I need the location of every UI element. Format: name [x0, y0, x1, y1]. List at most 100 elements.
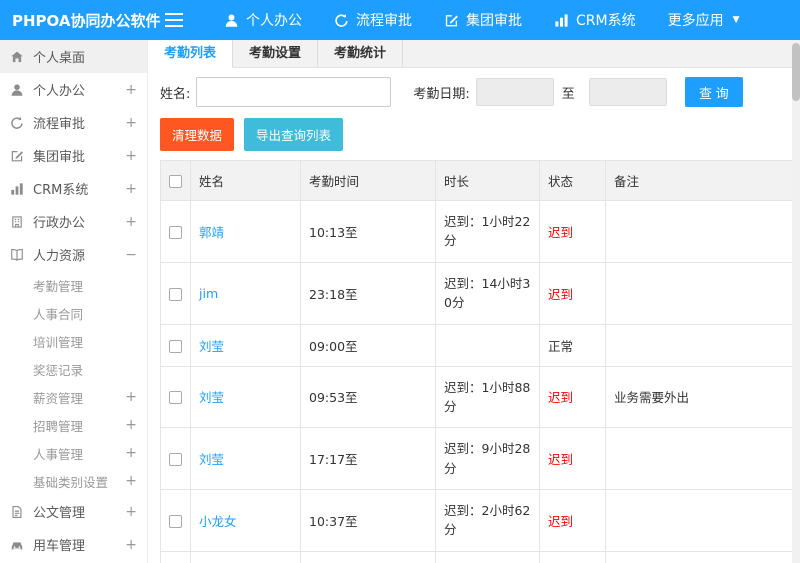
- expand-icon[interactable]: +: [125, 214, 137, 230]
- duration-cell: [435, 323, 540, 367]
- hamburger-icon: [165, 13, 183, 27]
- nav-more-apps[interactable]: 更多应用 ▼: [652, 0, 756, 40]
- sidebar-subitem-label: 培训管理: [33, 334, 84, 350]
- date-filter-label: 考勤日期:: [413, 86, 470, 102]
- sidebar-item-desktop[interactable]: 个人桌面: [0, 40, 147, 73]
- tab-attendance-settings[interactable]: 考勤设置: [233, 40, 319, 67]
- employee-name-link[interactable]: 刘莹: [199, 390, 224, 405]
- sidebar-item-hr[interactable]: 人力资源 −: [0, 238, 147, 271]
- sidebar-subitem-personnel[interactable]: 人事管理 +: [0, 439, 147, 467]
- nav-label: 个人办公: [246, 13, 302, 29]
- duration-cell: 迟到：1小时88分: [435, 365, 540, 429]
- employee-name-link[interactable]: 郭靖: [199, 225, 224, 240]
- note-text: 1111: [605, 550, 794, 563]
- sidebar-item-crm[interactable]: CRM系统 +: [0, 172, 147, 205]
- sidebar-subitem-label: 奖惩记录: [33, 362, 84, 378]
- tab-attendance-stats[interactable]: 考勤统计: [318, 40, 404, 67]
- table-row: 管理员 10:54至10:54 迟到：2小时90分早退：7小时10分 迟到/早退…: [160, 550, 794, 563]
- header-status: 状态: [539, 160, 606, 201]
- row-checkbox[interactable]: [169, 391, 182, 405]
- expand-icon[interactable]: +: [125, 504, 137, 520]
- duration-cell: 迟到：1小时22分: [435, 200, 540, 263]
- row-checkbox[interactable]: [169, 453, 182, 467]
- book-icon: [10, 248, 24, 262]
- nav-label: 流程审批: [356, 13, 412, 29]
- expand-icon[interactable]: +: [125, 445, 137, 461]
- sidebar-subitem-category-settings[interactable]: 基础类别设置 +: [0, 467, 147, 495]
- note-text: [605, 200, 794, 263]
- table-row: 刘莹 09:00至 正常: [160, 323, 794, 367]
- top-nav: 个人办公 流程审批 集团审批 CRM系统 更多应用 ▼: [208, 0, 756, 40]
- workflow-icon: [10, 116, 24, 130]
- status-text: 迟到/早退: [539, 550, 606, 563]
- row-checkbox[interactable]: [169, 225, 182, 239]
- tab-attendance-list[interactable]: 考勤列表: [148, 40, 234, 68]
- expand-icon[interactable]: +: [125, 148, 137, 164]
- sidebar-subitem-salary[interactable]: 薪资管理 +: [0, 383, 147, 411]
- duration-line: 迟到：1小时22分: [444, 214, 531, 249]
- date-from-input[interactable]: [475, 78, 554, 106]
- edit-icon: [444, 13, 459, 28]
- nav-group-approval[interactable]: 集团审批: [428, 0, 538, 40]
- attendance-table: 姓名 考勤时间 时长 状态 备注 郭靖 10:13至 迟到：1小时22分 迟到: [160, 160, 794, 563]
- employee-name-link[interactable]: 刘莹: [199, 339, 224, 354]
- sidebar-subitem-attendance[interactable]: 考勤管理: [0, 271, 147, 299]
- scrollbar-thumb[interactable]: [792, 43, 800, 101]
- sidebar-subitem-hr-contract[interactable]: 人事合同: [0, 299, 147, 327]
- sidebar-item-group-approval[interactable]: 集团审批 +: [0, 139, 147, 172]
- expand-icon[interactable]: +: [125, 389, 137, 405]
- export-list-button[interactable]: 导出查询列表: [244, 118, 344, 151]
- menu-toggle-button[interactable]: [148, 0, 200, 40]
- expand-icon[interactable]: +: [125, 417, 137, 433]
- sidebar-item-vehicle[interactable]: 用车管理 +: [0, 528, 147, 561]
- main-content: 考勤列表 考勤设置 考勤统计 姓名: 考勤日期: 至 查 询 清理数据 导出查询…: [148, 40, 800, 563]
- table-row: jim 23:18至 迟到：14小时30分 迟到: [160, 261, 794, 325]
- employee-name-link[interactable]: jim: [199, 286, 218, 301]
- search-button[interactable]: 查 询: [684, 77, 743, 107]
- clean-data-button[interactable]: 清理数据: [160, 118, 235, 151]
- sidebar-subitem-recruitment[interactable]: 招聘管理 +: [0, 411, 147, 439]
- sidebar-item-admin-office[interactable]: 行政办公 +: [0, 205, 147, 238]
- vertical-scrollbar[interactable]: [792, 40, 800, 563]
- row-checkbox[interactable]: [169, 339, 182, 353]
- car-icon: [10, 538, 24, 552]
- duration-cell: 迟到：14小时30分: [435, 261, 540, 325]
- duration-line: 迟到：2小时62分: [444, 503, 531, 538]
- note-text: [605, 427, 794, 490]
- employee-name-link[interactable]: 刘莹: [199, 452, 224, 467]
- expand-icon[interactable]: +: [125, 473, 137, 489]
- table-row: 刘莹 09:53至 迟到：1小时88分 迟到 业务需要外出: [160, 365, 794, 429]
- home-icon: [10, 50, 24, 64]
- nav-workflow-approval[interactable]: 流程审批: [318, 0, 428, 40]
- collapse-icon[interactable]: −: [125, 247, 137, 263]
- expand-icon[interactable]: +: [125, 82, 137, 98]
- header-note: 备注: [605, 160, 794, 201]
- bar-chart-icon: [10, 182, 24, 196]
- nav-crm[interactable]: CRM系统: [538, 0, 652, 40]
- header-time: 考勤时间: [300, 160, 436, 201]
- expand-icon[interactable]: +: [125, 115, 137, 131]
- employee-name-link[interactable]: 小龙女: [199, 514, 237, 529]
- row-checkbox[interactable]: [169, 514, 182, 528]
- attendance-time: 23:18至: [300, 261, 436, 325]
- sidebar-item-workflow[interactable]: 流程审批 +: [0, 106, 147, 139]
- name-filter-input[interactable]: [196, 77, 392, 107]
- select-all-checkbox[interactable]: [169, 175, 182, 188]
- sidebar-subitem-training[interactable]: 培训管理: [0, 327, 147, 355]
- attendance-time: 09:53至: [300, 365, 436, 429]
- expand-icon[interactable]: +: [125, 181, 137, 197]
- status-text: 正常: [539, 323, 606, 367]
- duration-line: 迟到：14小时30分: [444, 275, 531, 311]
- sidebar-subitem-rewards[interactable]: 奖惩记录: [0, 355, 147, 383]
- duration-line: 迟到：1小时88分: [444, 379, 531, 414]
- sidebar: 个人桌面 个人办公 + 流程审批 + 集团审批 + CRM系统 + 行政办公 +: [0, 40, 148, 563]
- expand-icon[interactable]: +: [125, 537, 137, 553]
- sidebar-item-documents[interactable]: 公文管理 +: [0, 495, 147, 528]
- sidebar-item-personal-office[interactable]: 个人办公 +: [0, 73, 147, 106]
- nav-personal-office[interactable]: 个人办公: [208, 0, 318, 40]
- status-text: 迟到: [539, 427, 606, 490]
- date-to-input[interactable]: [588, 78, 667, 106]
- row-checkbox[interactable]: [169, 287, 182, 301]
- status-text: 迟到: [539, 365, 606, 429]
- duration-cell: 迟到：9小时28分: [435, 427, 540, 490]
